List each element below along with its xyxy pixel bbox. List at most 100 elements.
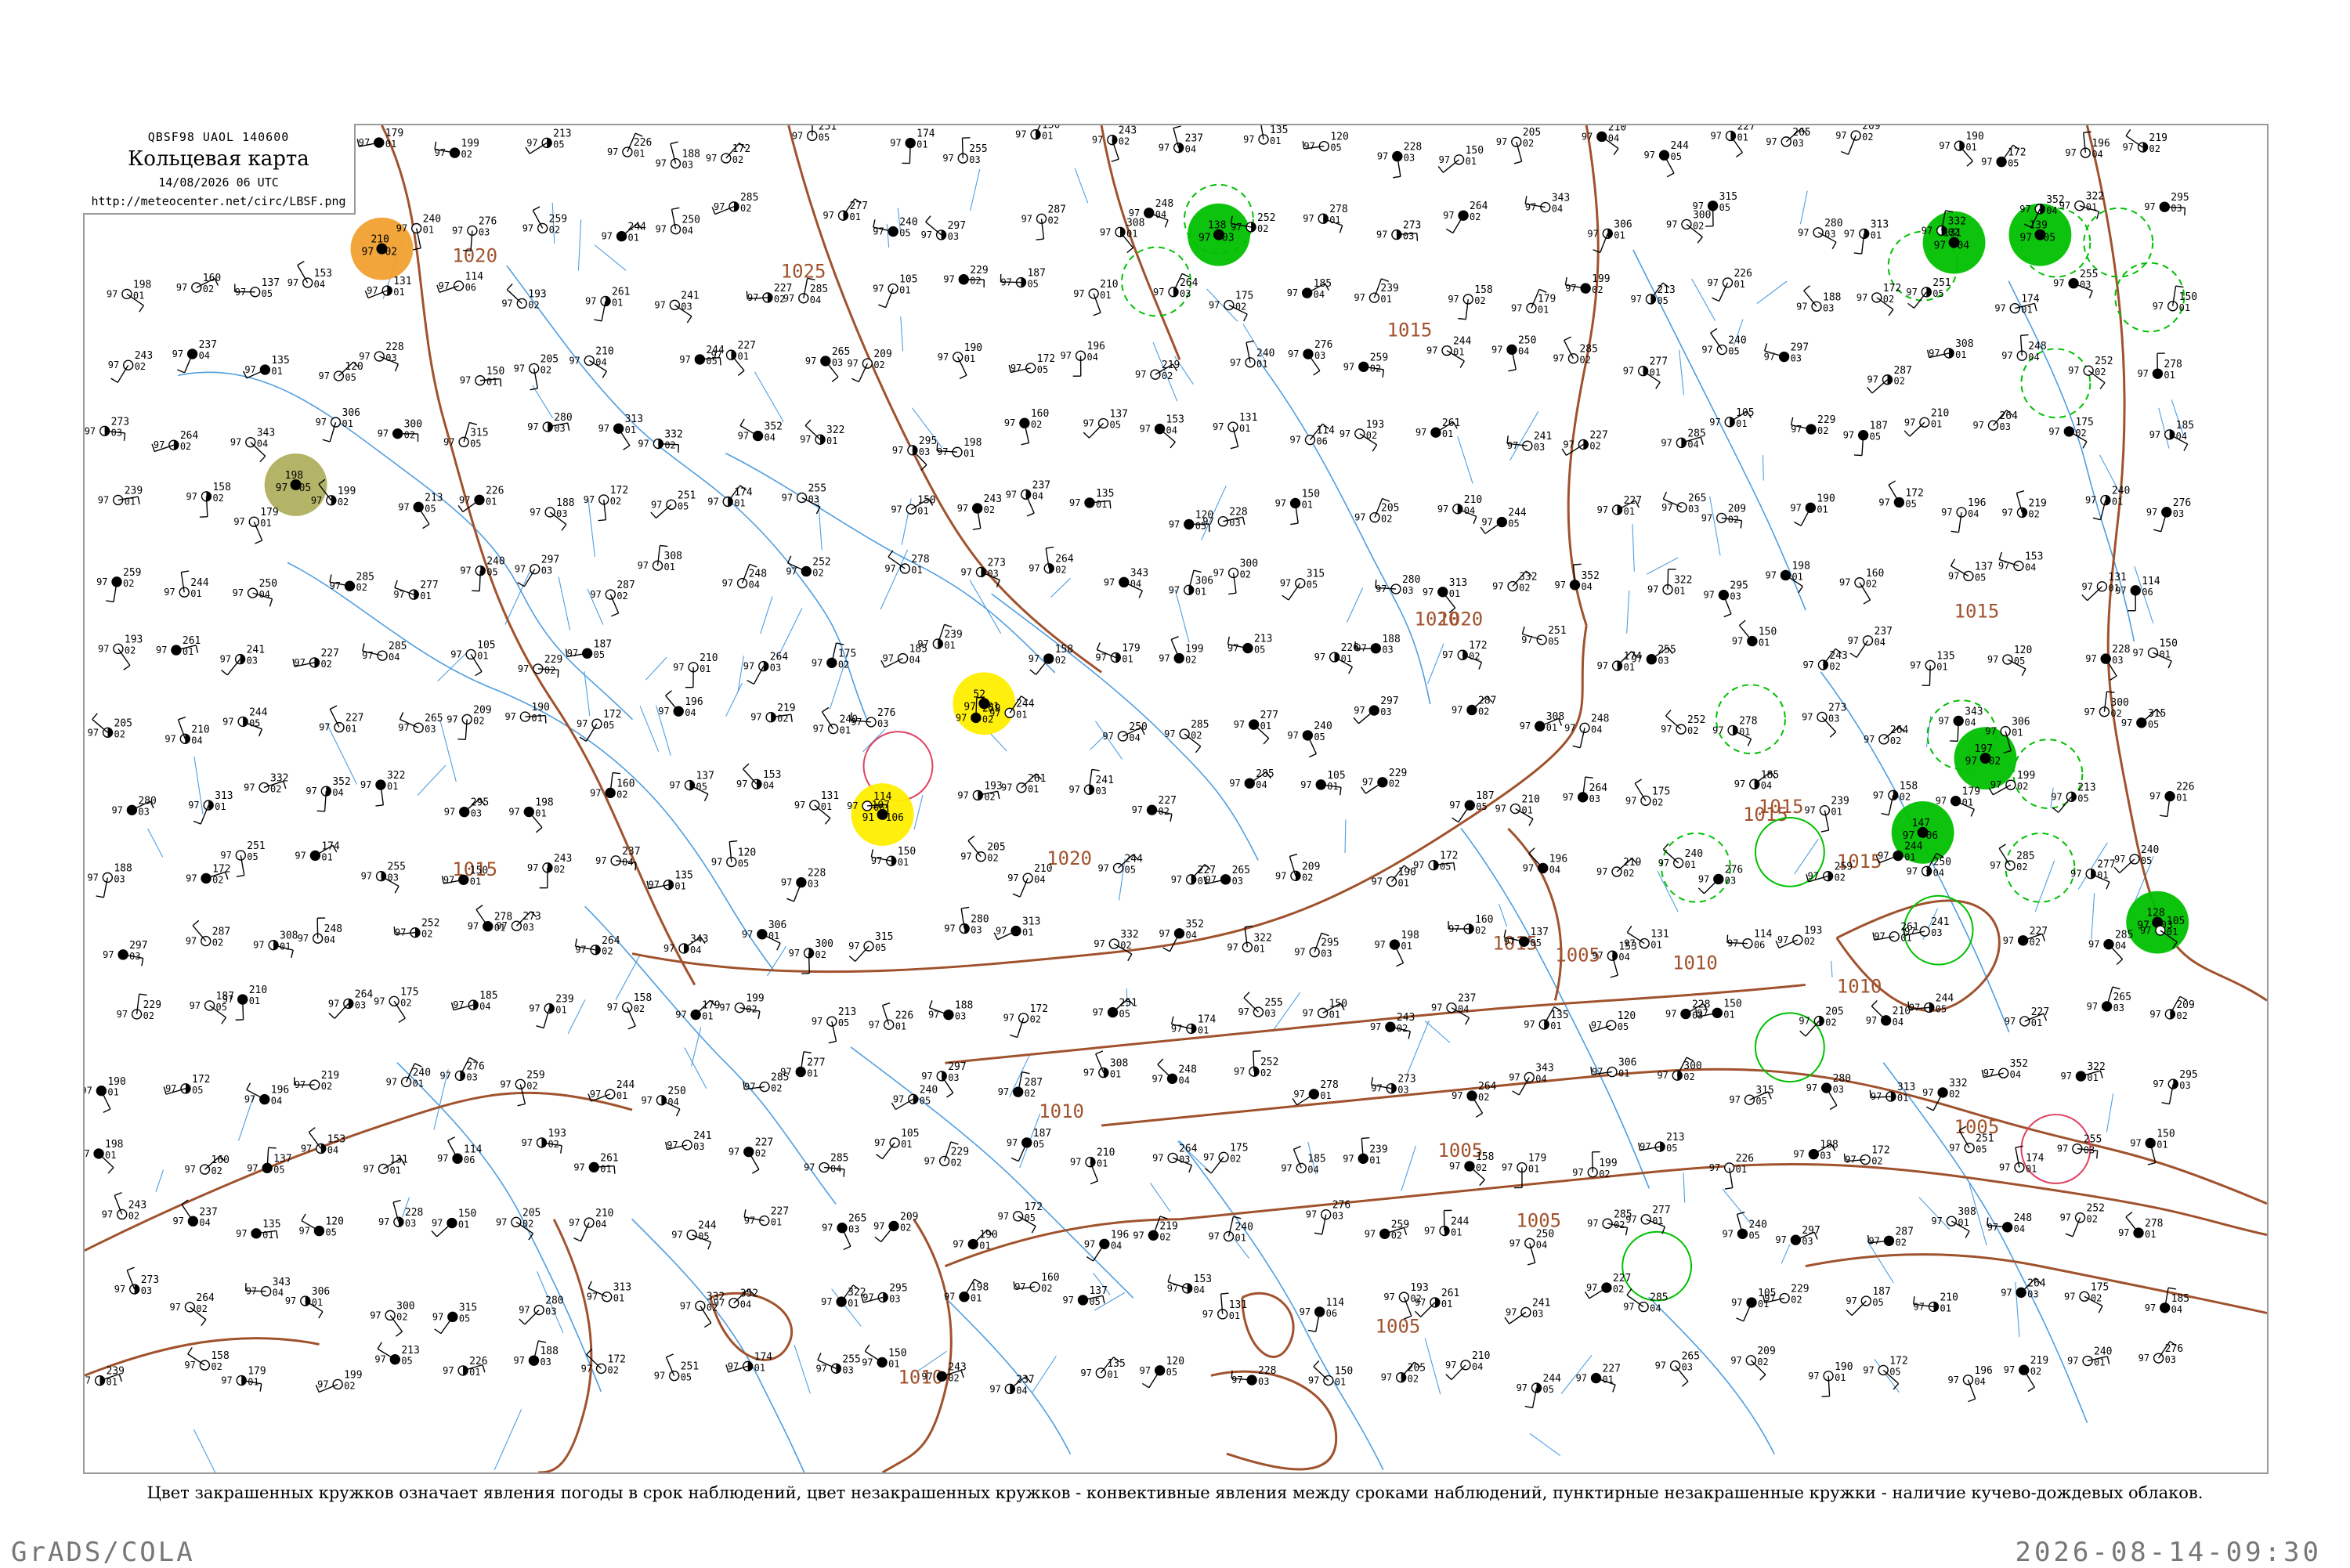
pressure-value: 322 xyxy=(387,770,405,782)
wind-feather-icon xyxy=(1417,233,1418,241)
temperature-value: 97 xyxy=(328,998,339,1009)
tendency-value: 03 xyxy=(471,808,482,819)
station-plot: 1379705 xyxy=(1083,409,1128,439)
pressure-value: 193 xyxy=(125,634,143,645)
pressure-value: 285 xyxy=(1687,428,1705,439)
pressure-value: 187 xyxy=(1476,790,1494,802)
temperature-value: 97 xyxy=(2115,585,2126,596)
wind-feather-icon xyxy=(378,1342,381,1349)
pressure-value: 250 xyxy=(1518,334,1536,346)
station-plot: 2199702 xyxy=(2004,1355,2048,1391)
tendency-value: 04 xyxy=(1536,1239,1547,1250)
tendency-value: 01 xyxy=(1652,1216,1663,1227)
temperature-value: 97 xyxy=(957,789,968,800)
pressure-value: 196 xyxy=(2092,138,2110,150)
station-plot: 3159705 xyxy=(1280,569,1325,600)
temperature-value: 97 xyxy=(1383,1292,1394,1302)
temperature-value: 97 xyxy=(2001,350,2012,361)
pressure-value: 205 xyxy=(987,842,1005,854)
station-plot: 2109701 xyxy=(1073,279,1118,316)
station-plot: 3139701 xyxy=(587,1281,631,1304)
station-plot: 2509704 xyxy=(233,578,277,606)
temperature-value: 97 xyxy=(874,1137,885,1148)
station-plot: 2409701 xyxy=(1658,844,1703,870)
pressure-value: 352 xyxy=(1581,570,1599,582)
station-plot: 3159705 xyxy=(432,1302,477,1333)
temperature-value: 97 xyxy=(452,225,463,236)
pressure-value: 308 xyxy=(1110,1058,1128,1070)
station-plot: 3159705 xyxy=(2121,708,2166,730)
source-url[interactable]: http://meteocenter.net/circ/LBSF.png xyxy=(83,194,354,208)
temperature-value: 97 xyxy=(1867,374,1878,385)
tendency-value: 01 xyxy=(1028,784,1039,795)
temperature-value: 97 xyxy=(567,648,578,659)
temperature-value: 97 xyxy=(1722,1228,1733,1239)
pressure-value: 179 xyxy=(1528,1153,1546,1165)
wind-feather-icon xyxy=(1666,710,1672,716)
pressure-value: 285 xyxy=(356,571,374,583)
tendency-value: 01 xyxy=(1538,304,1549,315)
temperature-value: 97 xyxy=(960,566,971,577)
tendency-value: 04 xyxy=(1608,132,1619,143)
temperature-value: 97 xyxy=(1623,1302,1634,1313)
wind-feather-icon xyxy=(660,545,667,546)
temperature-value: 97 xyxy=(673,662,684,673)
temperature-value: 97 xyxy=(276,482,288,494)
wind-feather-icon xyxy=(1168,1274,1170,1281)
temperature-value: 97 xyxy=(2145,1302,2156,1313)
pressure-value: 137 xyxy=(1110,409,1128,421)
temperature-value: 97 xyxy=(398,501,409,512)
tendency-value: 03 xyxy=(2080,280,2091,291)
pressure-value: 227 xyxy=(1613,1273,1631,1284)
tendency-value: 04 xyxy=(749,580,760,591)
pressure-value: 352 xyxy=(2010,1058,2028,1070)
pressure-value: 150 xyxy=(470,865,488,876)
temperature-value: 97 xyxy=(1029,653,1039,664)
station-plot: 2139705 xyxy=(2051,782,2095,812)
wind-feather-icon xyxy=(1142,1383,1148,1387)
temperature-value: 97 xyxy=(2068,365,2079,376)
tendency-value: 01 xyxy=(1042,131,1053,142)
tendency-value: 01 xyxy=(1260,721,1271,732)
station-plot: 2859702 xyxy=(712,192,758,215)
temperature-value: 97 xyxy=(862,1357,873,1367)
tendency-value: 06 xyxy=(873,802,884,813)
pressure-value: 229 xyxy=(1791,1284,1809,1295)
pressure-value: 175 xyxy=(2075,417,2093,428)
pressure-value: 322 xyxy=(2087,1061,2105,1073)
pressure-value: 172 xyxy=(1469,640,1487,652)
temperature-value: 97 xyxy=(815,1363,826,1374)
pressure-value: 251 xyxy=(1548,625,1566,637)
station-plot: 2649703 xyxy=(1153,273,1198,298)
temperature-value: 97 xyxy=(1906,287,1917,298)
pressure-value: 120 xyxy=(325,1216,343,1228)
station-plot: 2199702 xyxy=(1596,857,1641,879)
temperature-value: 97 xyxy=(306,786,316,797)
tendency-value: 01 xyxy=(849,211,860,222)
station-plot: 1379705 xyxy=(1063,1285,1108,1307)
pressure-value: 308 xyxy=(664,551,682,562)
station-plot: 2559703 xyxy=(942,138,987,165)
pressure-value: 248 xyxy=(749,569,767,580)
pressure-value: 210 xyxy=(1464,494,1482,506)
temperature-value: 97 xyxy=(938,352,949,363)
temperature-value: 97 xyxy=(1372,876,1383,887)
wind-barb-icon xyxy=(533,211,542,229)
pressure-value: 287 xyxy=(1025,1077,1043,1089)
wind-feather-icon xyxy=(930,1000,932,1007)
tendency-value: 01 xyxy=(385,139,396,150)
station-plot: 1989701 xyxy=(508,797,553,833)
pressure-value: 158 xyxy=(1476,1151,1494,1163)
pressure-value: 105 xyxy=(901,1128,919,1140)
wind-feather-icon xyxy=(562,525,566,531)
temperature-value: 97 xyxy=(679,354,690,365)
wind-feather-icon xyxy=(568,423,569,431)
tendency-value: 01 xyxy=(612,297,623,308)
station-plot: 3069701 xyxy=(285,1286,330,1318)
tendency-value: 04 xyxy=(1974,1376,1985,1387)
station-plot: 1589702 xyxy=(1448,284,1492,320)
station-plot: 1909701 xyxy=(85,1076,126,1113)
pressure-value: 244 xyxy=(698,1220,717,1232)
wind-feather-icon xyxy=(448,1137,455,1141)
station-plot: 2789701 xyxy=(1712,715,1757,746)
